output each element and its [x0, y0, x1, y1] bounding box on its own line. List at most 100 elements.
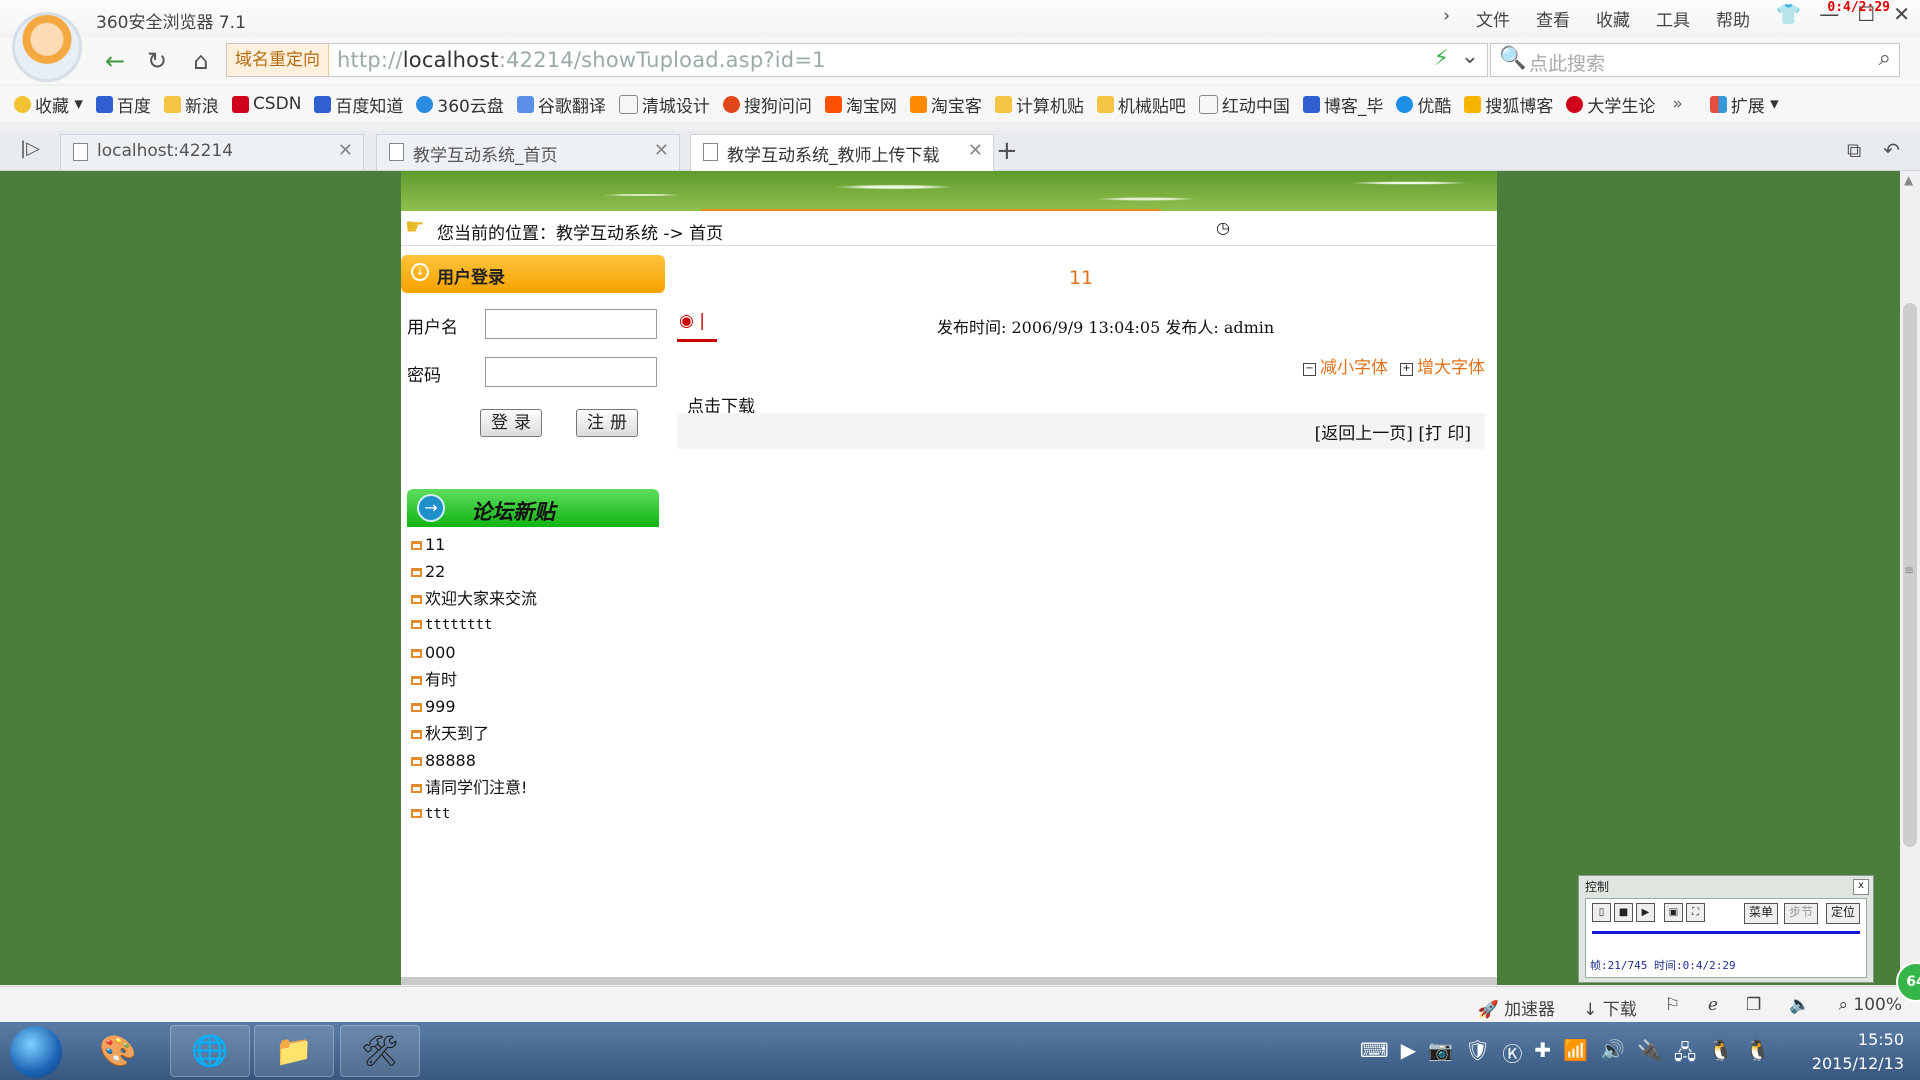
flag-icon[interactable]: ⚐	[1665, 995, 1680, 1020]
register-button[interactable]: 注册	[576, 409, 638, 437]
username-input[interactable]	[485, 309, 657, 339]
menu-tools[interactable]: 工具	[1656, 6, 1690, 31]
bookmark-item[interactable]: 搜狗问问	[722, 92, 812, 117]
back-icon[interactable]: ←	[96, 44, 134, 78]
forum-item[interactable]: 有时	[411, 666, 661, 693]
forum-item[interactable]: 88888	[411, 747, 661, 774]
close-icon[interactable]: ✕	[654, 140, 669, 161]
bookmark-item[interactable]: CSDN	[231, 94, 301, 114]
zoom-button[interactable]: ⌕ 100%	[1838, 995, 1902, 1020]
bookmark-item[interactable]: 谷歌翻译	[516, 92, 606, 117]
menu-file[interactable]: 文件	[1476, 6, 1510, 31]
plus-tray-icon[interactable]: ✚	[1534, 1038, 1551, 1072]
forum-item[interactable]: 欢迎大家来交流	[411, 585, 661, 612]
camera-icon[interactable]: 📷	[1428, 1038, 1453, 1072]
tab-teacher-upload[interactable]: 教学互动系统_教师上传下载 ✕	[690, 134, 994, 171]
font-larger-link[interactable]: + 增大字体	[1400, 353, 1485, 378]
qq-icon[interactable]: 🐧	[1708, 1038, 1733, 1072]
download-button[interactable]: ↓ 下载	[1583, 995, 1637, 1020]
search-engine-icon[interactable]: 🔍	[1499, 46, 1526, 71]
refresh-icon[interactable]: ↻	[138, 44, 176, 78]
bookmark-favorites[interactable]: 收藏 ▾	[14, 92, 83, 117]
menu-view[interactable]: 查看	[1536, 6, 1570, 31]
bookmark-item[interactable]: 博客_毕	[1302, 92, 1383, 117]
locate-button[interactable]: 定位	[1826, 903, 1861, 924]
close-icon[interactable]: ✕	[968, 140, 983, 161]
forum-item[interactable]: 11	[411, 531, 661, 558]
menu-help[interactable]: 帮助	[1716, 6, 1750, 31]
fullscreen-icon[interactable]: ⛶	[1686, 903, 1705, 922]
bookmark-item[interactable]: 新浪	[163, 92, 219, 117]
scroll-up-icon[interactable]: ▲	[1904, 173, 1913, 187]
tool-task-icon[interactable]: 🛠	[340, 1025, 420, 1077]
redirect-tag[interactable]: 域名重定向	[227, 44, 329, 76]
url-text[interactable]: http://localhost:42214/showTupload.asp?i…	[337, 48, 826, 72]
vertical-scrollbar[interactable]: ▲ ≡	[1900, 171, 1920, 985]
stop-icon[interactable]: ■	[1614, 903, 1633, 922]
close-icon[interactable]: ✕	[338, 140, 353, 161]
pinned-app-icon[interactable]: 🎨	[78, 1025, 158, 1077]
restore-tabs-icon[interactable]: ⧉	[1847, 138, 1861, 162]
extensions-button[interactable]: 扩展 ▾	[1709, 92, 1779, 117]
bookmark-item[interactable]: 计算机贴	[994, 92, 1084, 117]
bookmark-item[interactable]: 优酷	[1396, 92, 1451, 117]
window-icon[interactable]: ❐	[1746, 995, 1761, 1020]
volume-icon[interactable]: 🔈	[1789, 995, 1810, 1020]
forum-item[interactable]: tttttttt	[411, 612, 661, 639]
password-input[interactable]	[485, 357, 657, 387]
window-mode-icon[interactable]: ▣	[1664, 903, 1683, 922]
menu-expand-icon[interactable]: ›	[1443, 6, 1450, 31]
bookmark-item[interactable]: 百度知道	[314, 92, 403, 117]
pause-icon[interactable]: ▯	[1592, 903, 1611, 922]
tab-localhost[interactable]: localhost:42214 ✕	[60, 134, 364, 170]
bookmark-item[interactable]: 清城设计	[618, 92, 710, 117]
speed-mode-icon[interactable]: ⚡	[1434, 46, 1449, 71]
bookmark-item[interactable]: 机械贴吧	[1096, 92, 1186, 117]
home-icon[interactable]: ⌂	[182, 44, 220, 78]
sidebar-toggle-icon[interactable]: |▷	[20, 138, 40, 159]
menu-button[interactable]: 菜单	[1744, 903, 1779, 924]
login-button[interactable]: 登录	[480, 409, 542, 437]
forum-item[interactable]: ttt	[411, 801, 661, 828]
user-avatar[interactable]	[12, 12, 82, 82]
url-field[interactable]: 域名重定向 http://localhost:42214/showTupload…	[226, 43, 1488, 77]
security-icon[interactable]: 🛡	[1465, 1038, 1490, 1072]
forum-item[interactable]: 000	[411, 639, 661, 666]
bookmark-item[interactable]: 大学生论	[1566, 92, 1655, 117]
bookmark-item[interactable]: 百度	[95, 92, 151, 117]
forum-item[interactable]: 999	[411, 693, 661, 720]
accelerator-button[interactable]: 🚀 加速器	[1477, 995, 1555, 1020]
progress-track[interactable]	[1592, 931, 1860, 934]
step-button[interactable]: 步节	[1784, 903, 1819, 924]
close-button[interactable]: ✕	[1893, 2, 1910, 26]
qq-icon[interactable]: 🐧	[1745, 1038, 1770, 1072]
ie-mode-icon[interactable]: ℯ	[1708, 995, 1718, 1020]
explorer-task-icon[interactable]: 📁	[254, 1025, 334, 1077]
forum-item[interactable]: 请同学们注意!	[411, 774, 661, 801]
close-icon[interactable]: x	[1853, 879, 1869, 895]
footer-links[interactable]: [返回上一页] [打 印]	[1315, 419, 1471, 444]
bookmark-item[interactable]: 360云盘	[416, 92, 504, 117]
url-dropdown-icon[interactable]: ⌄	[1461, 44, 1479, 69]
bookmark-item[interactable]: 红动中国	[1198, 92, 1290, 117]
bookmark-item[interactable]: 搜狐博客	[1464, 92, 1553, 117]
new-tab-icon[interactable]: +	[996, 136, 1018, 166]
signal-icon[interactable]: 📶	[1563, 1038, 1588, 1072]
search-icon[interactable]: ⌕	[1879, 46, 1891, 71]
undo-close-icon[interactable]: ↶	[1883, 138, 1900, 162]
keyboard-icon[interactable]: ⌨	[1360, 1038, 1389, 1072]
k-icon[interactable]: Ⓚ	[1502, 1038, 1522, 1072]
usb-icon[interactable]: 🔌	[1637, 1038, 1662, 1072]
tab-homepage[interactable]: 教学互动系统_首页 ✕	[376, 134, 680, 170]
search-field[interactable]: 🔍 点此搜索 ⌕	[1490, 43, 1900, 77]
play-icon[interactable]: ▶	[1636, 903, 1655, 922]
browser-task-icon[interactable]: 🌐	[170, 1025, 250, 1077]
font-smaller-link[interactable]: − 减小字体	[1303, 353, 1388, 378]
bookmark-item[interactable]: 淘宝网	[824, 92, 897, 117]
start-button[interactable]	[10, 1026, 62, 1078]
system-clock[interactable]: 15:50 2015/12/13	[1812, 1028, 1904, 1076]
forum-item[interactable]: 秋天到了	[411, 720, 661, 747]
bookmark-item[interactable]: 淘宝客	[909, 92, 982, 117]
menu-favorites[interactable]: 收藏	[1596, 6, 1630, 31]
forum-item[interactable]: 22	[411, 558, 661, 585]
